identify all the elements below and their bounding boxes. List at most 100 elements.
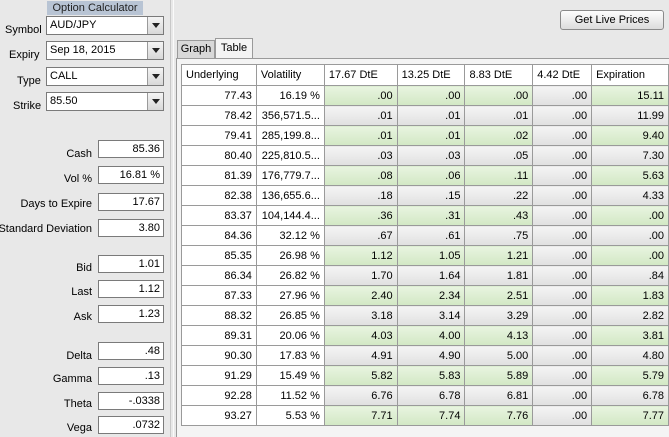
column-header[interactable]: Volatility [255,64,325,86]
table-cell[interactable]: 3.14 [396,305,466,326]
table-row[interactable]: 89.31 20.06 % 4.03 4.00 4.13.00 3.81 [181,325,669,346]
std-dev-field[interactable]: 3.80 [98,219,164,237]
table-cell[interactable]: .01 [396,125,466,146]
splitter[interactable] [170,0,174,437]
table-cell[interactable]: 26.82 % [255,265,325,286]
table-cell[interactable]: .22 [464,185,534,206]
table-cell[interactable]: 5.53 % [255,405,325,426]
table-cell[interactable]: 32.12 % [255,225,325,246]
table-cell[interactable]: .31 [396,205,466,226]
get-live-prices-button[interactable]: Get Live Prices [560,10,664,30]
table-cell[interactable]: .03 [396,145,466,166]
table-cell[interactable]: .43 [464,205,534,226]
bid-field[interactable]: 1.01 [98,255,164,273]
table-cell[interactable]: 86.34 [181,265,257,286]
table-cell[interactable]: 225,810.5... [255,145,325,166]
table-cell[interactable]: 84.36 [181,225,257,246]
table-cell[interactable]: 81.39 [181,165,257,186]
table-cell[interactable]: 85.35 [181,245,257,266]
table-cell[interactable]: .00 [532,105,593,126]
table-cell[interactable]: 4.13 [464,325,534,346]
column-header[interactable]: 8.83 DtE [464,64,534,86]
table-row[interactable]: 81.39 176,779.7... .08.06.11.00 5.63 [181,165,669,186]
table-cell[interactable]: 16.19 % [255,85,325,106]
table-cell[interactable]: 5.82 [323,365,398,386]
table-cell[interactable]: .00 [591,205,669,226]
table-cell[interactable]: .01 [323,105,398,126]
table-row[interactable]: 92.28 11.52 % 6.76 6.78 6.81.00 6.78 [181,385,669,406]
table-cell[interactable]: .00 [532,385,593,406]
table-cell[interactable]: 27.96 % [255,285,325,306]
table-cell[interactable]: .01 [396,105,466,126]
chevron-down-icon[interactable] [147,93,163,110]
delta-field[interactable]: .48 [98,342,164,360]
table-cell[interactable]: .00 [532,365,593,386]
table-cell[interactable]: 4.91 [323,345,398,366]
table-cell[interactable]: .15 [396,185,466,206]
table-cell[interactable]: 7.74 [396,405,466,426]
table-cell[interactable]: 1.81 [464,265,534,286]
table-cell[interactable]: 93.27 [181,405,257,426]
table-cell[interactable]: 176,779.7... [255,165,325,186]
table-cell[interactable]: .00 [532,245,593,266]
table-cell[interactable]: .00 [532,345,593,366]
table-row[interactable]: 90.30 17.83 % 4.91 4.90 5.00.00 4.80 [181,345,669,366]
table-cell[interactable]: 78.42 [181,105,257,126]
table-cell[interactable]: .00 [532,145,593,166]
table-row[interactable]: 83.37 104,144.4... .36.31.43.00.00 [181,205,669,226]
table-cell[interactable]: 1.12 [323,245,398,266]
theta-field[interactable]: -.0338 [98,392,164,410]
table-cell[interactable]: 11.99 [591,105,669,126]
table-cell[interactable]: .84 [591,265,669,286]
table-row[interactable]: 88.32 26.85 % 3.18 3.14 3.29.00 2.82 [181,305,669,326]
table-cell[interactable]: 136,655.6... [255,185,325,206]
table-cell[interactable]: 11.52 % [255,385,325,406]
table-cell[interactable]: 6.76 [323,385,398,406]
table-cell[interactable]: .00 [464,85,534,106]
vega-field[interactable]: .0732 [98,416,164,434]
table-cell[interactable]: 80.40 [181,145,257,166]
table-cell[interactable]: .67 [323,225,398,246]
table-cell[interactable]: 89.31 [181,325,257,346]
table-cell[interactable]: 15.11 [591,85,669,106]
table-cell[interactable]: 1.70 [323,265,398,286]
table-cell[interactable]: 6.78 [591,385,669,406]
table-row[interactable]: 80.40 225,810.5... .03.03.05.00 7.30 [181,145,669,166]
table-cell[interactable]: 2.34 [396,285,466,306]
table-row[interactable]: 78.42 356,571.5... .01.01.01.00 11.99 [181,105,669,126]
table-cell[interactable]: 6.81 [464,385,534,406]
table-cell[interactable]: .03 [323,145,398,166]
table-cell[interactable]: .36 [323,205,398,226]
vol-field[interactable]: 16.81 % [98,166,164,184]
table-cell[interactable]: 5.79 [591,365,669,386]
table-cell[interactable]: .00 [532,85,593,106]
table-cell[interactable]: 356,571.5... [255,105,325,126]
chevron-down-icon[interactable] [147,42,163,59]
symbol-select[interactable]: AUD/JPY [46,16,164,35]
table-row[interactable]: 85.35 26.98 % 1.12 1.05 1.21.00.00 [181,245,669,266]
table-cell[interactable]: 6.78 [396,385,466,406]
table-cell[interactable]: 7.71 [323,405,398,426]
table-cell[interactable]: .75 [464,225,534,246]
table-row[interactable]: 91.29 15.49 % 5.82 5.83 5.89.00 5.79 [181,365,669,386]
table-cell[interactable]: .00 [591,245,669,266]
table-cell[interactable]: .00 [532,165,593,186]
table-cell[interactable]: 3.29 [464,305,534,326]
table-row[interactable]: 84.36 32.12 % .67.61.75.00.00 [181,225,669,246]
table-cell[interactable]: 4.80 [591,345,669,366]
table-cell[interactable]: 1.21 [464,245,534,266]
table-cell[interactable]: .00 [532,405,593,426]
table-cell[interactable]: 4.90 [396,345,466,366]
table-cell[interactable]: 7.76 [464,405,534,426]
table-cell[interactable]: .00 [532,225,593,246]
table-cell[interactable]: 285,199.8... [255,125,325,146]
table-cell[interactable]: .00 [532,205,593,226]
table-cell[interactable]: 82.38 [181,185,257,206]
cash-field[interactable]: 85.36 [98,140,164,158]
table-cell[interactable]: 1.05 [396,245,466,266]
table-row[interactable]: 86.34 26.82 % 1.70 1.64 1.81.00.84 [181,265,669,286]
column-header[interactable]: 17.67 DtE [323,64,398,86]
table-cell[interactable]: 20.06 % [255,325,325,346]
table-cell[interactable]: 4.03 [323,325,398,346]
table-cell[interactable]: 7.77 [591,405,669,426]
